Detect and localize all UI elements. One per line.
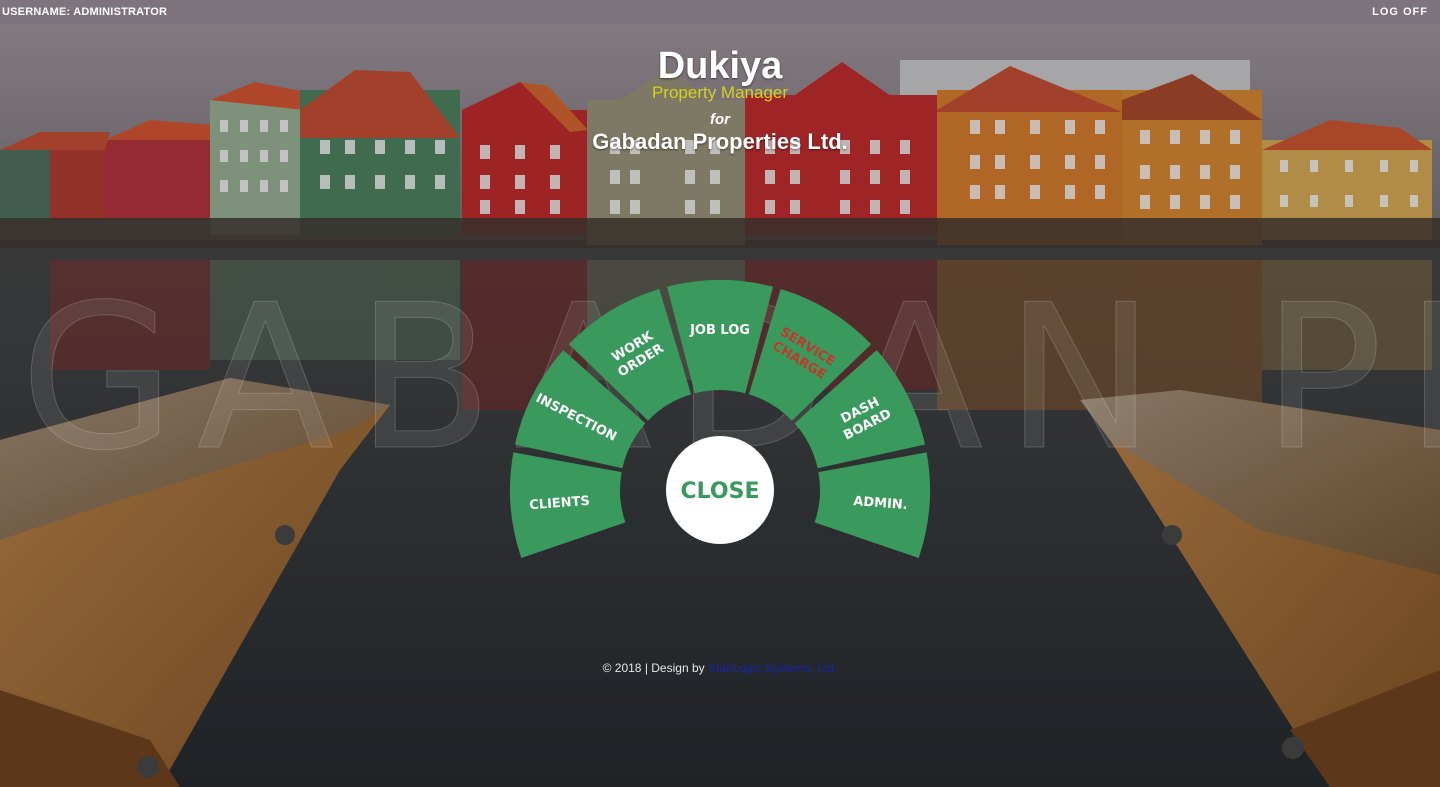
menu-item-clients[interactable]: CLIENTS — [510, 452, 626, 559]
menu-item-admin[interactable]: ADMIN. — [814, 452, 930, 559]
close-button-label: CLOSE — [681, 479, 760, 504]
footer-copyright: © 2018 | Design by — [602, 661, 708, 675]
designer-link[interactable]: StanLogic Systems, Ltd. — [708, 661, 837, 675]
footer: © 2018 | Design by StanLogic Systems, Lt… — [0, 661, 1440, 675]
close-button[interactable]: CLOSE — [666, 436, 774, 544]
menu-label-job-log: JOB LOG — [689, 323, 750, 338]
